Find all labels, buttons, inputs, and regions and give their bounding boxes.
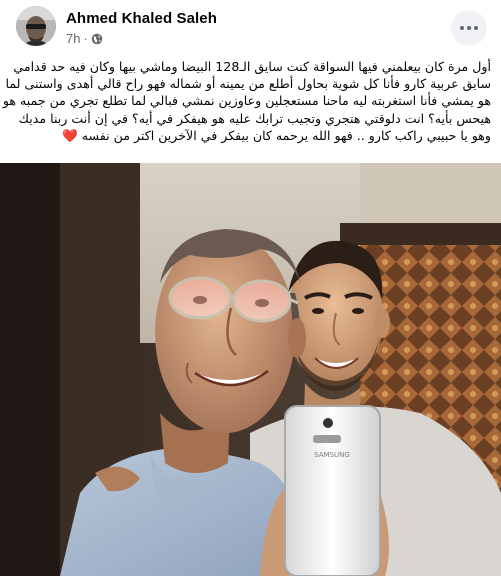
heart-emoji: ❤️	[62, 127, 78, 143]
more-options-button[interactable]	[451, 10, 487, 46]
post-header: Ahmed Khaled Saleh 7h ·	[0, 0, 501, 55]
more-options-icon-dot	[474, 26, 478, 30]
post-meta: 7h ·	[66, 31, 103, 46]
post-time[interactable]: 7h	[66, 31, 80, 46]
globe-icon[interactable]	[91, 33, 103, 45]
post-text-line: أول مرة كان بيعلمني فيها السواقة كنت ساي…	[13, 59, 491, 74]
post-message: أول مرة كان بيعلمني فيها السواقة كنت ساي…	[2, 58, 491, 144]
post-text-line: سايق عربية كارو فأنا كل شوية بحاول أطلع …	[5, 76, 491, 92]
more-options-icon	[460, 26, 464, 30]
more-options-icon-dot	[467, 26, 471, 30]
facebook-post: Ahmed Khaled Saleh 7h · أول مرة كان بيعل…	[0, 0, 501, 576]
post-text-line: وهو يا حبيبي راكب كارو .. فهو الله يرحمه…	[81, 127, 491, 143]
author-name[interactable]: Ahmed Khaled Saleh	[66, 10, 217, 27]
meta-separator: ·	[83, 31, 88, 46]
post-photo[interactable]: SAMSUNG	[0, 163, 501, 576]
post-text-line: هيحس بأيه؟ انت دلوقتي هتجري وتجيب ترابك …	[18, 110, 491, 126]
post-text-line-last: وهو يا حبيبي راكب كارو .. فهو الله يرحمه…	[8, 127, 491, 144]
author-avatar[interactable]	[16, 6, 56, 46]
phone-brand-label: SAMSUNG	[314, 451, 350, 459]
post-text-line: هو يمشي فأنا استغربته ليه ماحنا مستعجلين…	[2, 93, 491, 109]
